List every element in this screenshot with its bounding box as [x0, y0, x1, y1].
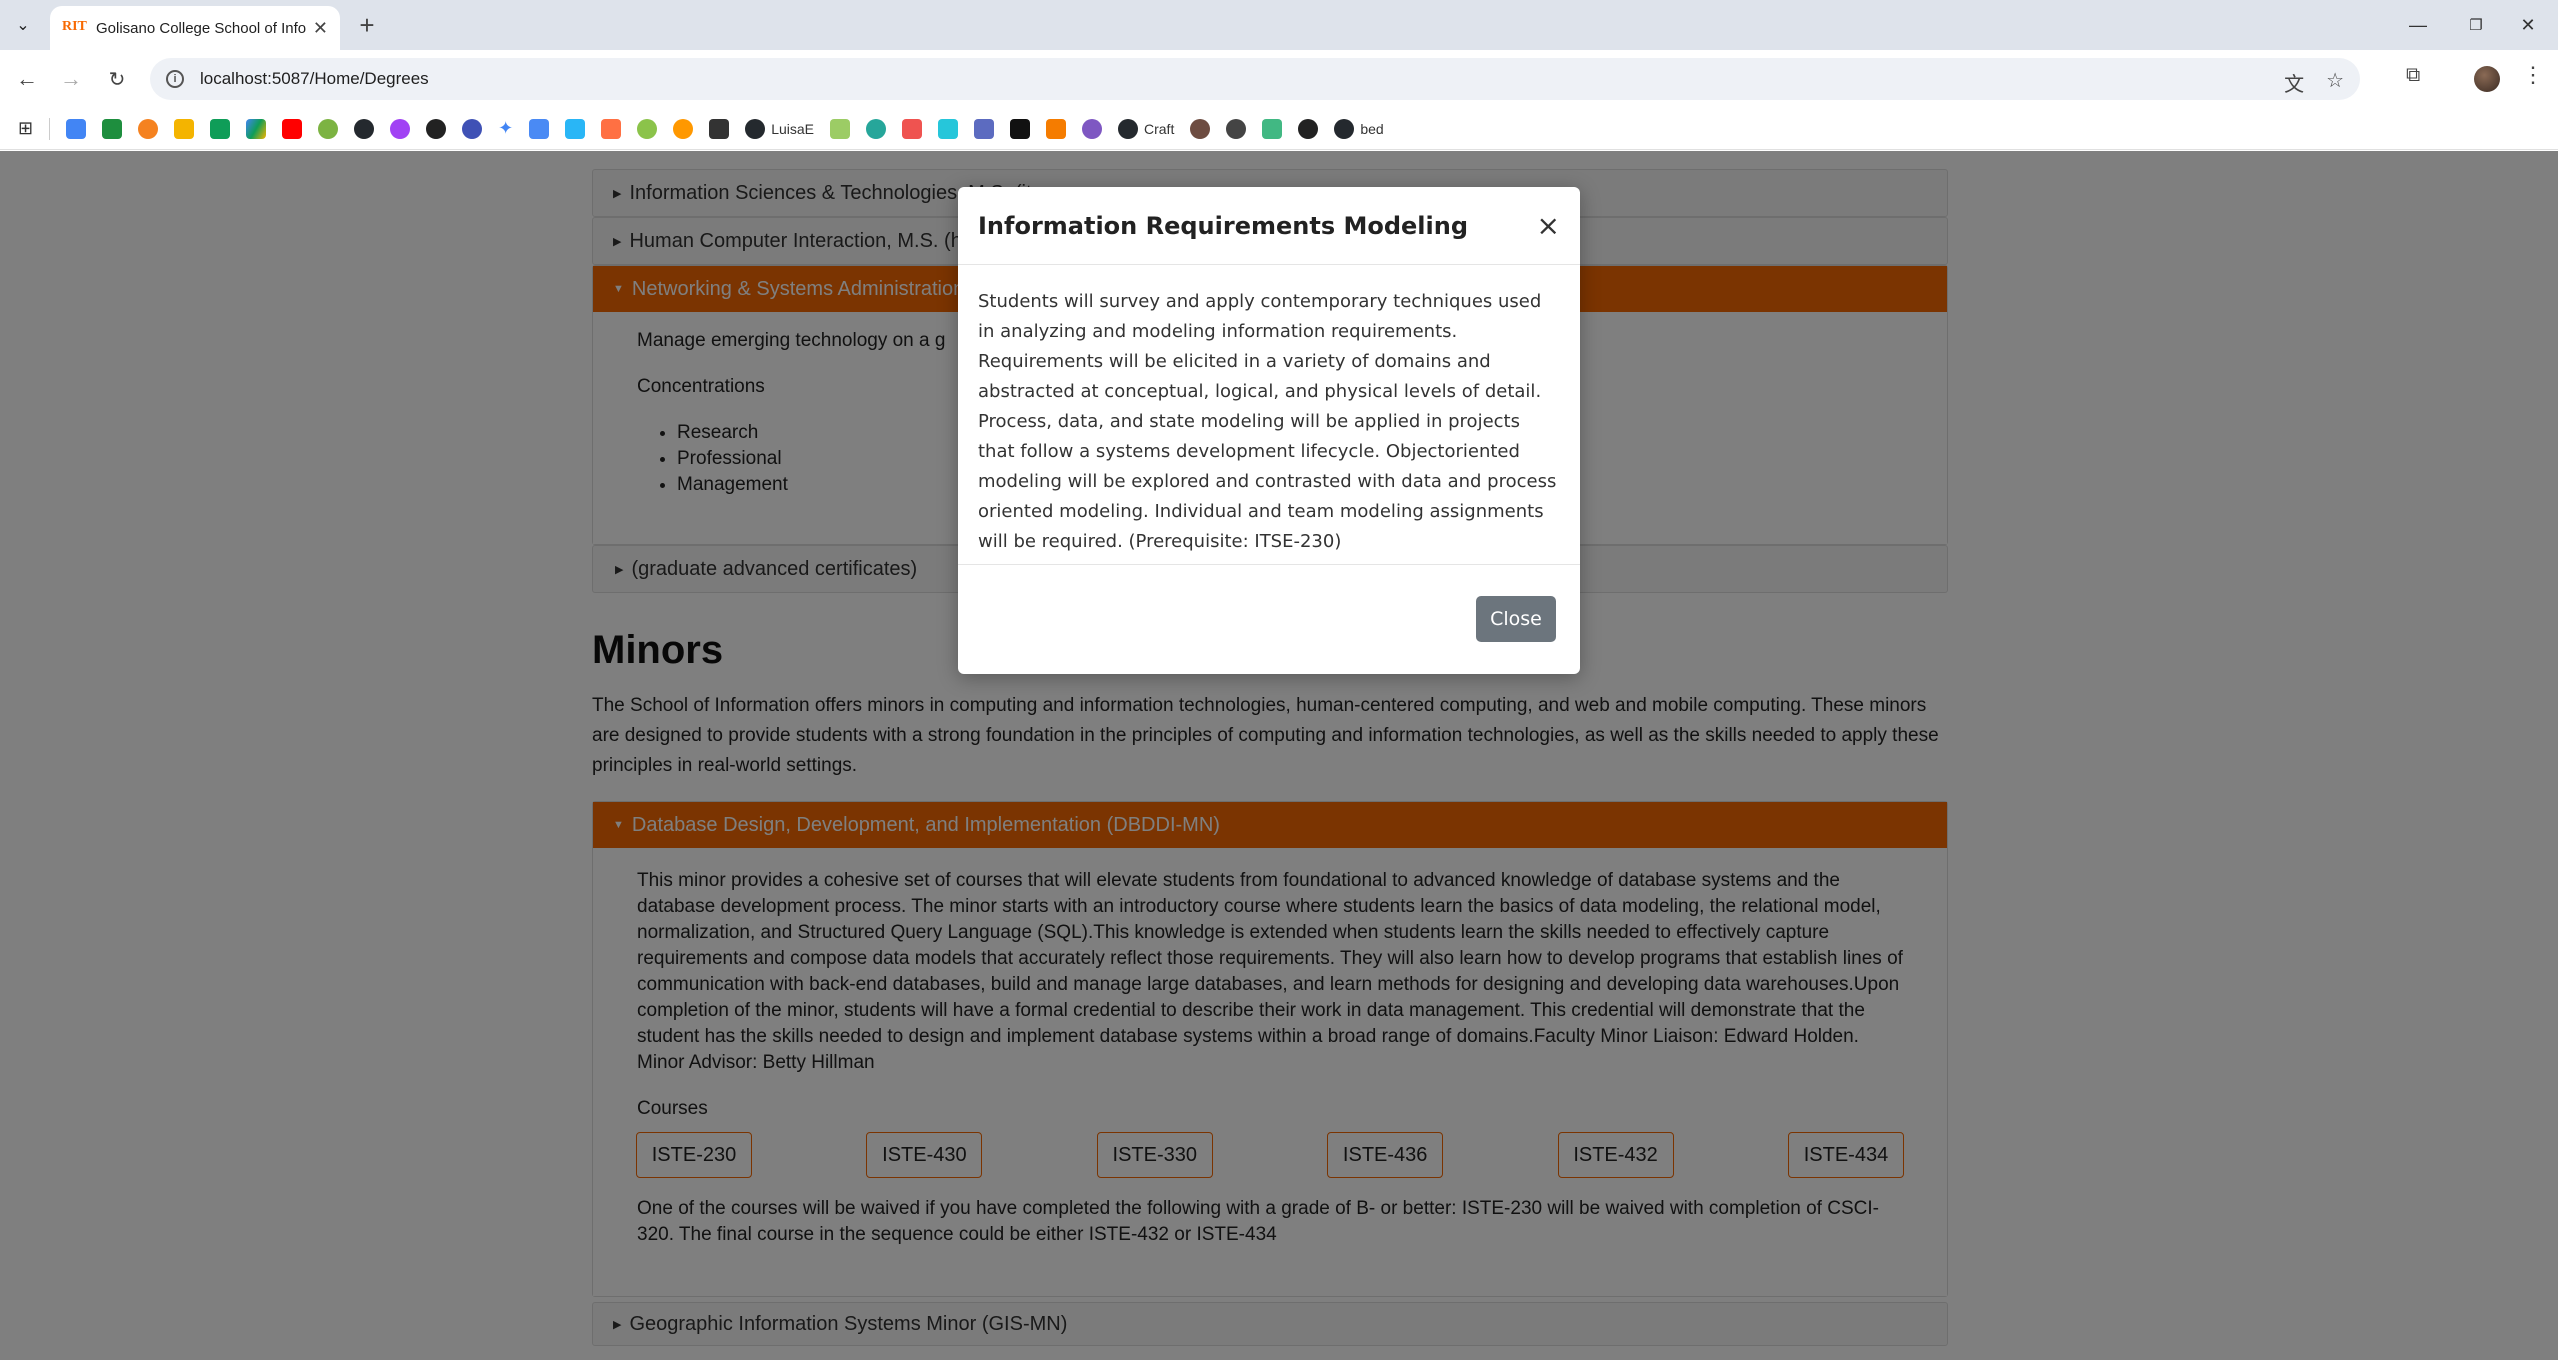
- bookmark-icon-18[interactable]: [673, 117, 694, 141]
- back-icon[interactable]: ←: [12, 64, 42, 94]
- github-luisae-bookmark[interactable]: LuisaE: [745, 117, 814, 141]
- tab-close-icon[interactable]: ✕: [313, 18, 328, 39]
- bookmark-icon-30[interactable]: [1190, 117, 1211, 141]
- bookmark-icon-23[interactable]: [902, 117, 922, 141]
- bookmark-icon-2[interactable]: [102, 117, 123, 141]
- bookmark-icon-19[interactable]: [709, 117, 730, 141]
- bookmark-icon-15[interactable]: [565, 117, 586, 141]
- bookmark-icon-31[interactable]: [1226, 117, 1247, 141]
- close-button[interactable]: Close: [1476, 596, 1556, 642]
- bookmark-icon-27[interactable]: [1046, 117, 1066, 141]
- forward-icon[interactable]: →: [56, 64, 86, 94]
- translate-icon[interactable]: 文: [2284, 68, 2304, 97]
- gemini-bookmark-icon[interactable]: ✦: [498, 117, 513, 141]
- bookmark-icon-25[interactable]: [974, 117, 994, 141]
- vue-bookmark-icon[interactable]: [1262, 117, 1283, 141]
- bookmark-icon-8[interactable]: [318, 117, 339, 141]
- bookmarks-bar: ⊞ ✦ LuisaE Craft bed: [0, 108, 2558, 150]
- bookmark-icon-22[interactable]: [866, 117, 886, 141]
- rit-favicon-icon: RIT: [62, 19, 87, 34]
- bookmark-icon-16[interactable]: [601, 117, 622, 141]
- apps-icon[interactable]: ⊞: [18, 117, 33, 141]
- bookmark-icon-17[interactable]: [637, 117, 658, 141]
- restore-icon[interactable]: ❐: [2456, 10, 2496, 40]
- minimize-icon[interactable]: —: [2398, 10, 2438, 40]
- new-tab-icon[interactable]: +: [352, 10, 382, 40]
- slides-bookmark-icon[interactable]: [174, 117, 195, 141]
- toolbar: ← → ↻ i localhost:5087/Home/Degrees 文 ☆: [0, 50, 2558, 108]
- openai-bookmark-icon[interactable]: [426, 117, 447, 141]
- bookmark-icon-28[interactable]: [1082, 117, 1102, 141]
- bookmark-icon-3[interactable]: [138, 117, 159, 141]
- modal-header: Information Requirements Modeling ×: [958, 187, 1580, 265]
- address-bar[interactable]: i localhost:5087/Home/Degrees 文 ☆: [150, 58, 2360, 100]
- tab-title: Golisano College School of Info: [96, 19, 306, 37]
- docs-bookmark-icon[interactable]: [66, 117, 87, 141]
- github-bookmark-icon[interactable]: [354, 117, 375, 141]
- youtube-bookmark-icon[interactable]: [282, 117, 303, 141]
- modal-title: Information Requirements Modeling: [978, 211, 1469, 240]
- sheets-bookmark-icon[interactable]: [210, 117, 231, 141]
- site-info-icon[interactable]: i: [166, 70, 184, 88]
- bookmark-icon-21[interactable]: [830, 117, 850, 141]
- bookmark-icon-33[interactable]: [1298, 117, 1319, 141]
- modal-body: Students will survey and apply contempor…: [958, 265, 1580, 565]
- browser-tab[interactable]: RIT Golisano College School of Info ✕: [50, 6, 340, 50]
- bookmark-star-icon[interactable]: ☆: [2326, 68, 2344, 97]
- course-modal: Information Requirements Modeling × Stud…: [958, 187, 1580, 674]
- reload-icon[interactable]: ↻: [102, 64, 132, 94]
- github-bed-bookmark[interactable]: bed: [1334, 117, 1384, 141]
- url-text: localhost:5087/Home/Degrees: [200, 69, 429, 88]
- github-craft-bookmark[interactable]: Craft: [1118, 117, 1174, 141]
- bookmark-icon-10[interactable]: [390, 117, 411, 141]
- translate-bookmark-icon[interactable]: [529, 117, 550, 141]
- drive-bookmark-icon[interactable]: [246, 117, 267, 141]
- modal-close-icon[interactable]: ×: [1537, 211, 1560, 240]
- bookmarks-separator: [49, 117, 51, 140]
- bookmark-icon-12[interactable]: [462, 117, 483, 141]
- bookmark-icon-26[interactable]: [1010, 117, 1030, 141]
- extensions-icon[interactable]: ⧉: [2406, 64, 2420, 87]
- tab-strip: ⌄ RIT Golisano College School of Info ✕ …: [0, 0, 2558, 50]
- bookmark-icon-24[interactable]: [938, 117, 958, 141]
- window-close-icon[interactable]: ✕: [2508, 10, 2548, 40]
- modal-footer: Close: [958, 565, 1580, 673]
- browser-menu-icon[interactable]: ⋮: [2522, 62, 2544, 88]
- profile-avatar[interactable]: [2474, 66, 2500, 92]
- tab-search-icon[interactable]: ⌄: [8, 10, 38, 40]
